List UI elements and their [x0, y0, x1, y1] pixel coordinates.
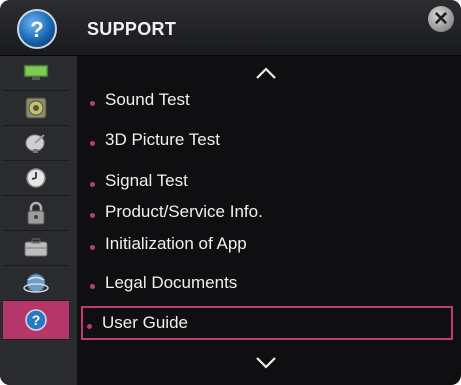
list-item-label: Legal Documents — [105, 273, 238, 292]
page-title: SUPPORT — [87, 19, 177, 39]
bullet-icon — [90, 100, 95, 106]
menu-header: ? SUPPORT ✕ — [0, 0, 461, 56]
svg-text:?: ? — [32, 312, 41, 328]
sidebar-item-time[interactable] — [3, 161, 69, 196]
list-item-legal-documents[interactable]: Legal Documents — [86, 265, 446, 301]
option-icon — [24, 238, 48, 257]
list-item-sound-test[interactable]: Sound Test — [86, 82, 446, 118]
support-list: Sound Test 3D Picture Test Signal Test P… — [78, 56, 461, 385]
bullet-icon — [90, 181, 95, 187]
list-item-label: Sound Test — [105, 90, 190, 109]
satellite-icon — [25, 134, 45, 153]
lock-icon — [27, 201, 45, 225]
bullet-icon — [87, 323, 92, 329]
svg-text:?: ? — [30, 17, 43, 42]
sidebar-item-sound[interactable] — [3, 91, 69, 126]
list-item-label: Signal Test — [105, 171, 188, 190]
support-menu: ? SUPPORT ✕ ? Sound Test 3D Picture Test… — [0, 0, 461, 385]
sidebar-item-option[interactable] — [3, 231, 69, 266]
bullet-icon — [90, 244, 95, 250]
sidebar-item-picture[interactable] — [3, 56, 69, 91]
bullet-icon — [90, 140, 95, 146]
bullet-icon — [90, 212, 95, 218]
sidebar-item-channel[interactable] — [3, 126, 69, 161]
close-icon[interactable]: ✕ — [428, 6, 454, 32]
list-item-label: Product/Service Info. — [105, 202, 263, 221]
clock-icon — [26, 168, 46, 188]
sidebar: ? — [0, 56, 77, 385]
sidebar-item-support[interactable]: ? — [3, 301, 69, 340]
list-item-label: 3D Picture Test — [105, 130, 220, 149]
network-icon — [23, 273, 49, 293]
list-item-label: User Guide — [102, 313, 188, 332]
chevron-down-icon[interactable] — [254, 356, 278, 370]
list-item-3d-picture-test[interactable]: 3D Picture Test — [86, 122, 446, 158]
list-item-product-service-info[interactable]: Product/Service Info. — [86, 194, 446, 230]
list-item-initialization-of-app[interactable]: Initialization of App — [86, 226, 446, 262]
sidebar-item-network[interactable] — [3, 266, 69, 301]
list-item-user-guide[interactable]: User Guide — [81, 306, 453, 340]
chevron-up-icon[interactable] — [254, 66, 278, 80]
sound-icon — [25, 97, 47, 119]
sidebar-item-lock[interactable] — [3, 196, 69, 231]
list-item-label: Initialization of App — [105, 234, 247, 253]
help-icon: ? — [25, 309, 47, 331]
help-icon: ? — [8, 8, 66, 50]
picture-icon — [23, 64, 49, 80]
bullet-icon — [90, 283, 95, 289]
